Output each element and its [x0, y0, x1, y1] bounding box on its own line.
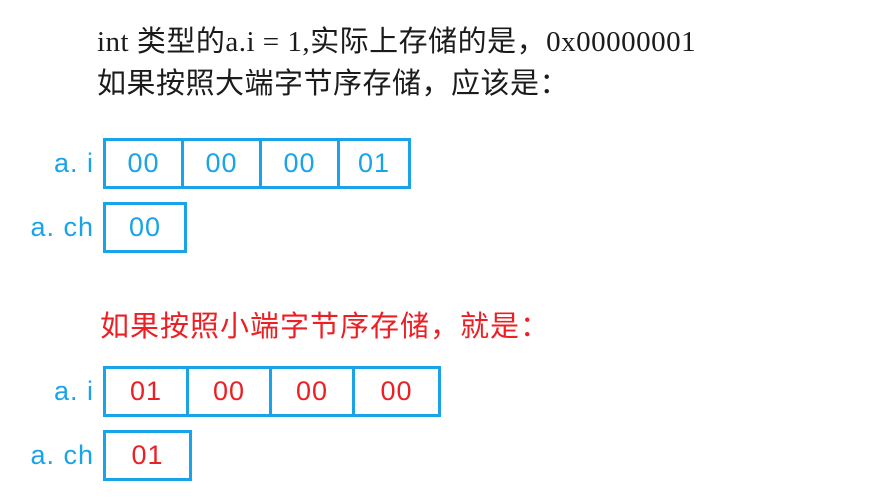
big-endian-diagram: a. i 00 00 00 01 a. ch 00: [0, 138, 411, 253]
intro-line-2: 如果按照大端字节序存储，应该是：: [97, 68, 570, 100]
little-endian-char-row: a. ch 01: [0, 430, 441, 481]
row-label-a-i: a. i: [53, 376, 94, 406]
little-endian-int-row: a. i 01 00 00 00: [0, 366, 441, 417]
intro-line-1: int 类型的a.i = 1,实际上存储的是，0x00000001: [97, 26, 697, 58]
diagram-canvas: int 类型的a.i = 1,实际上存储的是，0x00000001 如果按照大端…: [0, 0, 877, 502]
little-endian-caption: 如果按照小端字节序存储，就是：: [100, 311, 551, 343]
little-endian-diagram: a. i 01 00 00 00 a. ch 01: [0, 366, 441, 481]
byte-cell: 00: [189, 369, 272, 414]
intro-paragraph: int 类型的a.i = 1,实际上存储的是，0x00000001 如果按照大端…: [97, 21, 867, 105]
big-endian-int-row: a. i 00 00 00 01: [0, 138, 411, 189]
byte-cell: 00: [184, 141, 262, 186]
byte-cells: 01 00 00 00: [103, 366, 441, 417]
byte-cells: 01: [103, 430, 192, 481]
byte-cell: 01: [106, 369, 189, 414]
byte-cell: 00: [106, 141, 184, 186]
byte-cell: 00: [272, 369, 355, 414]
row-label-a-i: a. i: [53, 148, 94, 178]
byte-cell: 00: [262, 141, 340, 186]
byte-cells: 00 00 00 01: [103, 138, 411, 189]
row-label-a-ch: a. ch: [30, 440, 94, 470]
big-endian-char-row: a. ch 00: [0, 202, 411, 253]
byte-cells: 00: [103, 202, 187, 253]
byte-cell: 01: [131, 440, 164, 470]
byte-cell: 00: [380, 376, 413, 406]
byte-cell: 00: [128, 212, 162, 242]
byte-cell: 01: [357, 148, 391, 178]
row-label-a-ch: a. ch: [30, 212, 94, 242]
